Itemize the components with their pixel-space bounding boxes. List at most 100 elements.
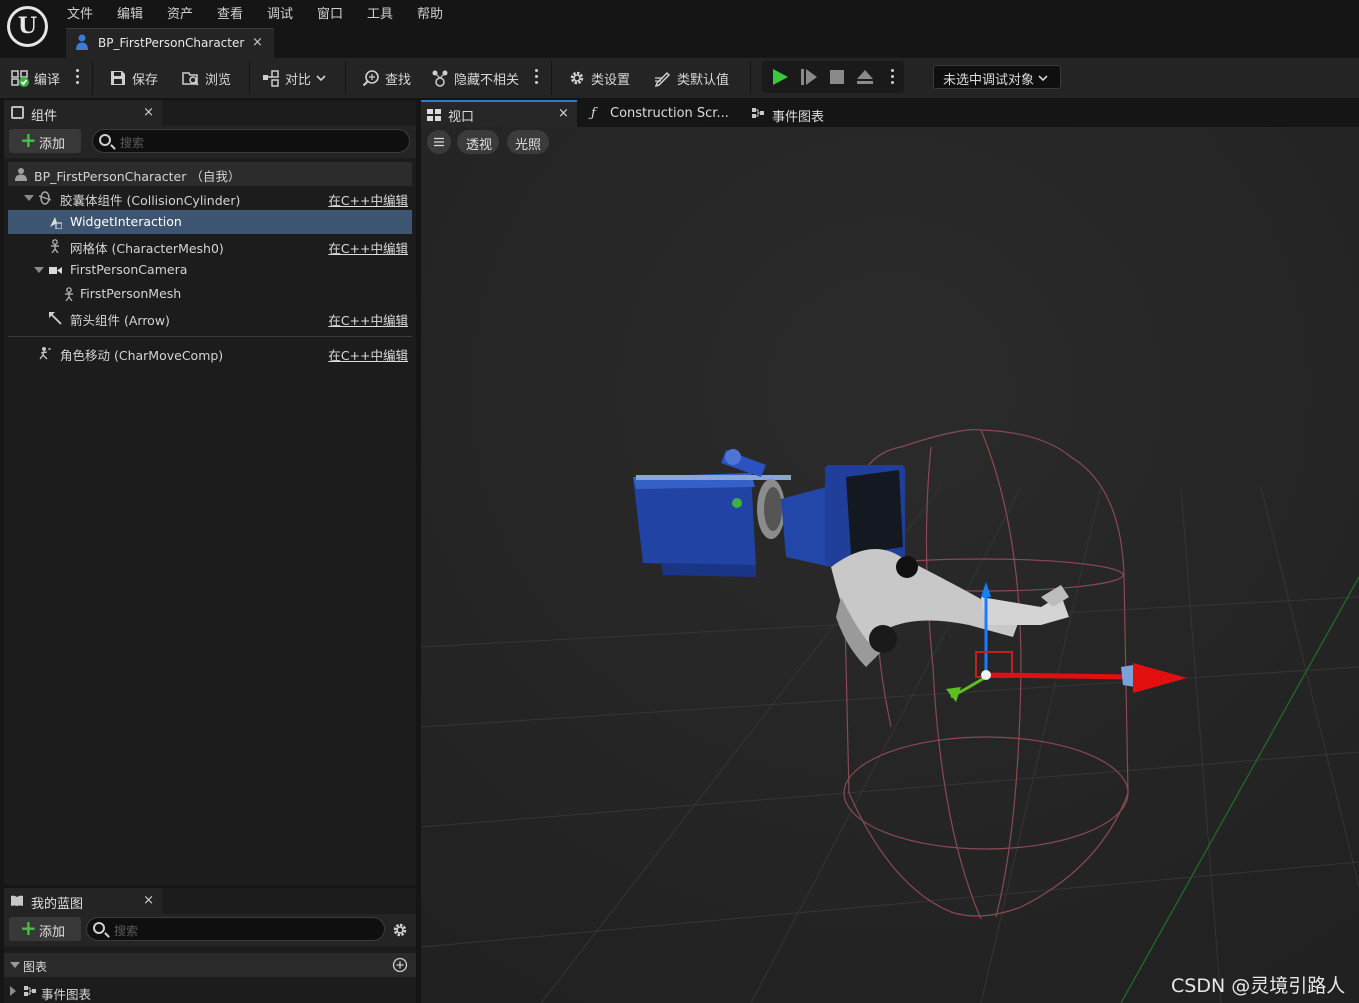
browse-button[interactable]: 浏览 (182, 68, 231, 88)
widget-interaction-icon (50, 217, 62, 229)
tab-construction-script[interactable]: ƒ Construction Scr... (587, 100, 737, 127)
menu-edit[interactable]: 编辑 (117, 3, 143, 22)
play-options-icon[interactable] (891, 69, 894, 85)
tree-item-arrow[interactable]: 箭头组件 (Arrow) 在C++中编辑 (8, 306, 412, 330)
toolbar-divider (750, 61, 751, 95)
menu-window[interactable]: 窗口 (317, 3, 343, 22)
edit-in-cpp-link[interactable]: 在C++中编辑 (328, 345, 408, 364)
components-header: 添加 搜索 (4, 126, 416, 158)
gear-icon (570, 71, 584, 85)
tab-construction-label: Construction Scr... (610, 106, 729, 121)
toolbar-divider (345, 61, 346, 95)
eject-icon[interactable] (856, 68, 874, 86)
tab-viewport[interactable]: 视口 × (421, 100, 577, 127)
class-defaults-icon (654, 71, 671, 87)
arrow-component-icon (49, 312, 62, 325)
components-tab[interactable]: 组件 × (4, 100, 162, 126)
perspective-button[interactable]: 透视 (457, 130, 499, 154)
browse-label: 浏览 (205, 72, 232, 88)
tab-event-graph[interactable]: 事件图表 (747, 100, 857, 127)
components-search-input[interactable]: 搜索 (92, 129, 410, 153)
menu-help[interactable]: 帮助 (417, 3, 443, 22)
toolbar-divider (249, 61, 250, 95)
viewport-options-button[interactable] (427, 130, 451, 154)
compile-label: 编译 (34, 72, 61, 88)
hide-unrelated-button[interactable]: 隐藏不相关 (431, 68, 519, 88)
class-defaults-button[interactable]: 类默认值 (654, 68, 729, 88)
tree-item-widget-interaction[interactable]: WidgetInteraction (8, 210, 412, 234)
tree-item-label: 网格体 (CharacterMesh0) (70, 241, 224, 256)
edit-in-cpp-link[interactable]: 在C++中编辑 (328, 238, 408, 257)
tree-item-char-move-comp[interactable]: 角色移动 (CharMoveComp) 在C++中编辑 (8, 341, 412, 365)
capsule-icon (38, 191, 52, 205)
menu-view[interactable]: 查看 (217, 3, 243, 22)
my-blueprint-search-input[interactable]: 搜索 (86, 917, 385, 941)
3d-viewport[interactable]: 透视 光照 (421, 127, 1359, 1003)
toolbar-divider (551, 61, 552, 95)
step-icon[interactable] (800, 68, 818, 86)
components-panel: 组件 × 添加 搜索 BP_FirstPersonCharacter （自我） … (4, 100, 416, 885)
components-tab-close-icon[interactable]: × (143, 105, 154, 120)
play-icon[interactable] (771, 68, 789, 86)
my-blueprint-tab[interactable]: 我的蓝图 × (4, 888, 162, 914)
edit-in-cpp-link[interactable]: 在C++中编辑 (328, 190, 408, 209)
tab-viewport-close-icon[interactable]: × (558, 106, 569, 121)
expand-arrow-icon[interactable] (24, 195, 34, 201)
components-search-placeholder: 搜索 (120, 136, 145, 150)
compile-button[interactable]: 编译 (11, 68, 60, 88)
menu-asset[interactable]: 资产 (167, 3, 193, 22)
save-icon (111, 71, 125, 85)
event-graph-label: 事件图表 (41, 987, 92, 1002)
diff-label: 对比 (285, 72, 312, 88)
blueprint-character-icon (76, 34, 88, 50)
expand-arrow-icon[interactable] (10, 986, 16, 996)
my-blueprint-panel: 我的蓝图 × 添加 搜索 图表 事件图表 (4, 888, 416, 1003)
lighting-button[interactable]: 光照 (507, 130, 549, 154)
graphs-category[interactable]: 图表 (4, 953, 416, 977)
my-blueprint-tab-close-icon[interactable]: × (143, 893, 154, 908)
gear-icon[interactable] (391, 921, 409, 939)
components-icon (11, 106, 24, 119)
tree-root-label: BP_FirstPersonCharacter （自我） (34, 169, 241, 184)
add-member-button[interactable]: 添加 (9, 916, 81, 941)
my-blueprint-header: 添加 搜索 (4, 914, 416, 946)
tab-viewport-label: 视口 (448, 110, 475, 125)
toolbar-divider (92, 61, 93, 95)
menu-tools[interactable]: 工具 (367, 3, 393, 22)
debug-object-select[interactable]: 未选中调试对象 (933, 65, 1061, 89)
add-component-button[interactable]: 添加 (9, 128, 81, 153)
add-member-label: 添加 (39, 925, 66, 940)
stop-icon[interactable] (829, 69, 845, 85)
tree-item-first-person-camera[interactable]: FirstPersonCamera (8, 258, 412, 282)
find-button[interactable]: 查找 (362, 68, 411, 88)
play-controls (762, 61, 904, 93)
save-button[interactable]: 保存 (109, 68, 158, 88)
class-settings-label: 类设置 (591, 72, 631, 88)
compile-options-icon[interactable] (76, 69, 79, 85)
tree-item-character-mesh[interactable]: 网格体 (CharacterMesh0) 在C++中编辑 (8, 234, 412, 258)
expand-arrow-icon[interactable] (34, 267, 44, 273)
class-defaults-label: 类默认值 (677, 72, 730, 88)
asset-editor-tab[interactable]: BP_FirstPersonCharacter × (66, 28, 274, 58)
toolbar: 编译 保存 浏览 对比 查找 隐藏不相关 类设置 类默认值 未选中调试对象 (0, 58, 1359, 98)
search-icon (93, 922, 105, 934)
tree-divider (8, 336, 412, 337)
asset-tab-close-icon[interactable]: × (252, 35, 263, 50)
menu-file[interactable]: 文件 (67, 3, 93, 22)
chevron-down-icon (316, 75, 326, 82)
hamburger-icon (434, 137, 444, 147)
my-blueprint-search-placeholder: 搜索 (114, 924, 139, 938)
tree-item-collision-cylinder[interactable]: 胶囊体组件 (CollisionCylinder) 在C++中编辑 (8, 186, 412, 210)
event-graph-item[interactable]: 事件图表 (4, 980, 416, 1002)
tree-item-first-person-mesh[interactable]: FirstPersonMesh (8, 282, 412, 306)
menu-debug[interactable]: 调试 (267, 3, 293, 22)
expand-arrow-icon[interactable] (10, 962, 20, 968)
components-tab-title: 组件 (31, 109, 58, 124)
diff-button[interactable]: 对比 (262, 68, 326, 88)
unreal-logo-icon[interactable]: U (7, 6, 48, 47)
find-options-icon[interactable] (535, 69, 538, 85)
class-settings-button[interactable]: 类设置 (568, 68, 630, 88)
add-graph-icon[interactable] (392, 957, 408, 973)
tree-root-self[interactable]: BP_FirstPersonCharacter （自我） (8, 162, 412, 186)
edit-in-cpp-link[interactable]: 在C++中编辑 (328, 310, 408, 329)
